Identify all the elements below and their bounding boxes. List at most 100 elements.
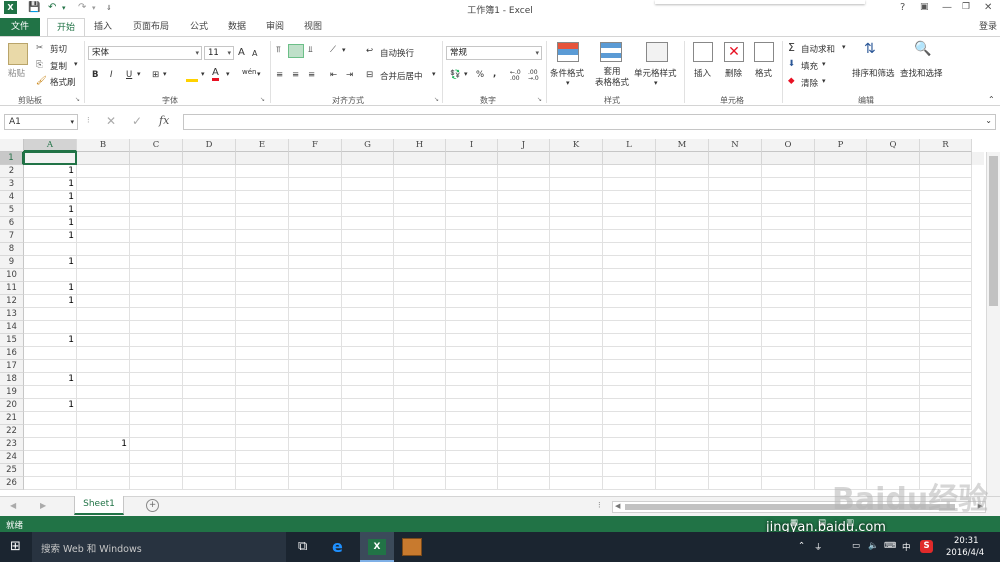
column-header-M[interactable]: M: [656, 139, 709, 152]
login-link[interactable]: 登录: [976, 18, 1000, 36]
horizontal-scrollbar[interactable]: ◀ ▶: [612, 501, 986, 513]
excel-taskbar-button[interactable]: X: [360, 532, 394, 562]
collapse-ribbon-icon[interactable]: ⌃: [988, 95, 995, 104]
italic-button[interactable]: I: [110, 70, 113, 80]
cell-A5[interactable]: 1: [24, 204, 74, 217]
find-select-label[interactable]: 查找和选择: [900, 67, 943, 79]
increase-decimal-icon[interactable]: ←.0 .00: [510, 70, 528, 82]
enter-icon[interactable]: ✓: [132, 114, 142, 128]
row-header-22[interactable]: 22: [0, 425, 24, 438]
tab-data[interactable]: 数据: [222, 18, 252, 36]
paste-icon[interactable]: [8, 43, 28, 65]
align-right-icon[interactable]: ≡: [308, 70, 315, 80]
expand-formula-icon[interactable]: ⌄: [985, 116, 992, 125]
phonetic-dropdown-icon[interactable]: ▾: [257, 70, 261, 78]
clock-date[interactable]: 2016/4/4: [946, 548, 984, 558]
font-color-icon[interactable]: A: [212, 68, 219, 81]
row-header-9[interactable]: 9: [0, 256, 24, 269]
wrap-text-icon[interactable]: ↩: [366, 46, 373, 56]
page-break-view-icon[interactable]: ▥: [846, 518, 854, 528]
select-all-corner[interactable]: [0, 139, 24, 152]
accounting-format-icon[interactable]: 💱: [450, 70, 461, 80]
row-header-20[interactable]: 20: [0, 399, 24, 412]
align-middle-icon[interactable]: [288, 44, 304, 58]
merge-dropdown-icon[interactable]: ▾: [432, 70, 436, 78]
insert-function-icon[interactable]: fx: [159, 114, 169, 127]
scrollbar-thumb[interactable]: [989, 156, 998, 306]
format-cells-icon[interactable]: [754, 42, 774, 62]
row-header-12[interactable]: 12: [0, 295, 24, 308]
tab-file[interactable]: 文件: [0, 18, 40, 36]
ribbon-display-icon[interactable]: ▣: [920, 2, 929, 12]
clear-label[interactable]: 清除: [801, 77, 818, 89]
show-hidden-icons[interactable]: ⌃: [798, 541, 805, 551]
insert-cells-icon[interactable]: [693, 42, 713, 62]
column-header-N[interactable]: N: [709, 139, 762, 152]
copy-icon[interactable]: ⎘: [36, 60, 43, 70]
ime-label[interactable]: 中: [902, 541, 911, 553]
delete-cells-label[interactable]: 删除: [725, 67, 742, 79]
cell-A2[interactable]: 1: [24, 165, 74, 178]
merge-center-label[interactable]: 合并后居中: [380, 70, 423, 82]
new-sheet-button[interactable]: +: [146, 499, 159, 512]
column-header-I[interactable]: I: [446, 139, 498, 152]
row-header-17[interactable]: 17: [0, 360, 24, 373]
row-header-19[interactable]: 19: [0, 386, 24, 399]
row-header-24[interactable]: 24: [0, 451, 24, 464]
cell-A9[interactable]: 1: [24, 256, 74, 269]
search-box[interactable]: 搜索 Web 和 Windows: [32, 532, 286, 562]
row-header-23[interactable]: 23: [0, 438, 24, 451]
comma-button[interactable]: ,: [493, 69, 496, 79]
scroll-right-icon[interactable]: ▶: [978, 502, 983, 510]
autosum-label[interactable]: 自动求和: [801, 43, 835, 55]
worksheet-grid[interactable]: ABCDEFGHIJKLMNOPQR 1 2 3 4 5 6 7 8 9 10 11 12 13 14 15…: [0, 139, 1000, 496]
conditional-dropdown-icon[interactable]: ▾: [566, 79, 570, 87]
cut-icon[interactable]: ✂: [36, 43, 43, 53]
percent-button[interactable]: %: [476, 70, 484, 80]
find-select-icon[interactable]: 🔍: [914, 41, 931, 57]
insert-cells-label[interactable]: 插入: [694, 67, 711, 79]
bold-button[interactable]: B: [92, 70, 98, 80]
cell-A11[interactable]: 1: [24, 282, 74, 295]
clear-dropdown-icon[interactable]: ▾: [822, 77, 826, 85]
number-format-combo[interactable]: 常规 ▾: [446, 46, 542, 60]
tab-review[interactable]: 审阅: [260, 18, 290, 36]
sort-filter-icon[interactable]: ⇅: [864, 41, 876, 57]
help-icon[interactable]: ?: [900, 2, 905, 13]
copy-dropdown-icon[interactable]: ▾: [74, 60, 78, 68]
phonetic-icon[interactable]: wén: [242, 68, 256, 76]
formula-input[interactable]: ⌄: [183, 114, 996, 130]
increase-font-icon[interactable]: A: [238, 47, 245, 58]
column-header-B[interactable]: B: [77, 139, 130, 152]
volume-icon[interactable]: 🔈: [868, 541, 879, 551]
row-header-5[interactable]: 5: [0, 204, 24, 217]
row-header-3[interactable]: 3: [0, 178, 24, 191]
row-header-18[interactable]: 18: [0, 373, 24, 386]
cell-A18[interactable]: 1: [24, 373, 74, 386]
cell-styles-label[interactable]: 单元格样式: [634, 67, 677, 79]
font-name-combo[interactable]: 宋体 ▾: [88, 46, 202, 60]
sogou-ime-icon[interactable]: S: [920, 540, 933, 553]
windows-start-icon[interactable]: ⊞: [10, 539, 21, 554]
row-header-6[interactable]: 6: [0, 217, 24, 230]
cell-A12[interactable]: 1: [24, 295, 74, 308]
column-header-Q[interactable]: Q: [867, 139, 920, 152]
cut-label[interactable]: 剪切: [50, 43, 67, 55]
fill-icon[interactable]: ⬇: [788, 59, 795, 69]
column-header-K[interactable]: K: [550, 139, 603, 152]
column-header-G[interactable]: G: [342, 139, 394, 152]
horizontal-scrollbar-thumb[interactable]: [625, 504, 955, 510]
paste-label[interactable]: 粘贴: [8, 67, 25, 79]
row-header-2[interactable]: 2: [0, 165, 24, 178]
clock-time[interactable]: 20:31: [954, 536, 979, 546]
column-header-D[interactable]: D: [183, 139, 236, 152]
wrap-text-label[interactable]: 自动换行: [380, 47, 414, 59]
row-header-11[interactable]: 11: [0, 282, 24, 295]
column-header-O[interactable]: O: [762, 139, 815, 152]
cell-A4[interactable]: 1: [24, 191, 74, 204]
row-header-26[interactable]: 26: [0, 477, 24, 490]
align-top-icon[interactable]: ⫪: [276, 45, 281, 55]
format-cells-label[interactable]: 格式: [755, 67, 772, 79]
autosum-icon[interactable]: Σ: [788, 41, 795, 54]
task-view-icon[interactable]: ⧉: [298, 539, 307, 554]
